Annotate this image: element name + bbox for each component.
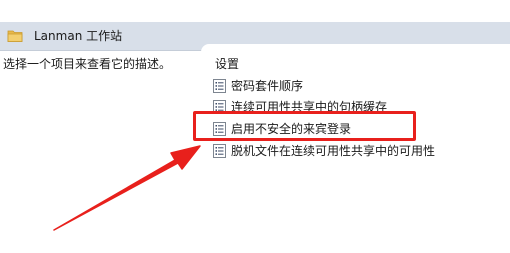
annotation-highlight-box bbox=[193, 111, 416, 141]
policy-setting-icon bbox=[213, 144, 226, 158]
policy-setting-icon bbox=[213, 79, 226, 93]
header-title: Lanman 工作站 bbox=[34, 29, 123, 43]
description-text: 选择一个项目来查看它的描述。 bbox=[3, 57, 172, 71]
setting-item-label: 脱机文件在连续可用性共享中的可用性 bbox=[231, 144, 436, 158]
setting-item-label: 密码套件顺序 bbox=[231, 79, 304, 93]
folder-icon bbox=[7, 30, 23, 42]
window-top-strip bbox=[0, 0, 510, 23]
settings-column-heading[interactable]: 设置 bbox=[215, 56, 239, 72]
